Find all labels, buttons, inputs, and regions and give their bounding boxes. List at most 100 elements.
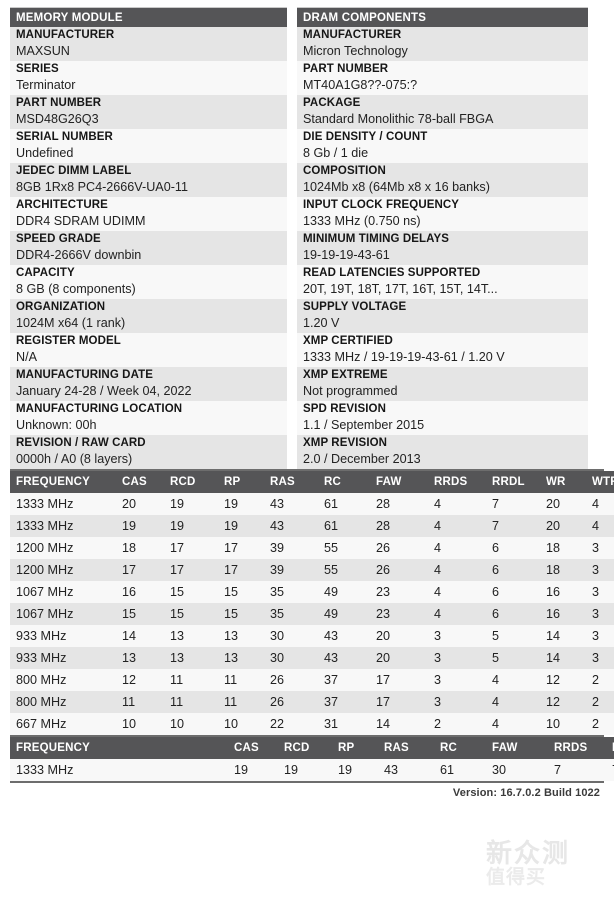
column-header: RP bbox=[332, 737, 378, 759]
table-cell: 7 bbox=[606, 759, 614, 781]
table-cell: 6 bbox=[486, 537, 540, 559]
table-cell: 16 bbox=[540, 581, 586, 603]
table-cell: 19 bbox=[332, 759, 378, 781]
table-cell: 10 bbox=[540, 713, 586, 735]
info-field: XMP REVISION 2.0 / December 2013 bbox=[297, 435, 588, 469]
table-cell: 667 MHz bbox=[10, 713, 116, 735]
info-field-label: MANUFACTURING DATE bbox=[16, 369, 154, 381]
column-header: RCD bbox=[278, 737, 332, 759]
info-field-value: 8GB 1Rx8 PC4-2666V-UA0-11 bbox=[16, 180, 188, 194]
table-cell: 20 bbox=[540, 493, 586, 515]
table-cell: 37 bbox=[318, 669, 370, 691]
table-cell: 28 bbox=[370, 493, 428, 515]
info-field-value: 1024M x64 (1 rank) bbox=[16, 316, 126, 330]
table-cell: 22 bbox=[264, 713, 318, 735]
table-row: 1200 MHz 17 17 17 39 55 26 4 6 18 3 bbox=[10, 559, 614, 581]
table-row: 1333 MHz 19 19 19 43 61 28 4 7 20 4 bbox=[10, 515, 614, 537]
info-field-value: Standard Monolithic 78-ball FBGA bbox=[303, 112, 494, 126]
table-cell: 2 bbox=[586, 691, 614, 713]
info-field: INPUT CLOCK FREQUENCY 1333 MHz (0.750 ns) bbox=[297, 197, 588, 231]
jedec-timing-table: FREQUENCYCASRCDRPRASRCFAWRRDSRRDLWRWTRS … bbox=[10, 471, 614, 735]
info-field-label: COMPOSITION bbox=[303, 165, 386, 177]
info-field-value: 1024Mb x8 (64Mb x8 x 16 banks) bbox=[303, 180, 490, 194]
table-cell: 4 bbox=[486, 713, 540, 735]
xmp-table-body: 1333 MHz19191943613077 bbox=[10, 759, 614, 781]
column-header: RAS bbox=[378, 737, 434, 759]
info-field: MANUFACTURER MAXSUN bbox=[10, 27, 287, 61]
table-row: 1067 MHz 15 15 15 35 49 23 4 6 16 3 bbox=[10, 603, 614, 625]
memory-module-fields: MANUFACTURER MAXSUN SERIES Terminator PART N… bbox=[10, 27, 287, 469]
table-cell: 20 bbox=[370, 625, 428, 647]
table-cell: 11 bbox=[218, 669, 264, 691]
dram-components-section-header: DRAM COMPONENTS bbox=[297, 7, 588, 27]
info-field-value: 1333 MHz (0.750 ns) bbox=[303, 214, 421, 228]
table-cell: 11 bbox=[116, 691, 164, 713]
column-header: RRDL bbox=[486, 471, 540, 493]
info-field-label: DIE DENSITY / COUNT bbox=[303, 131, 428, 143]
info-field-label: ARCHITECTURE bbox=[16, 199, 108, 211]
table-cell: 933 MHz bbox=[10, 647, 116, 669]
info-field: XMP CERTIFIED 1333 MHz / 19-19-19-43-61 /… bbox=[297, 333, 588, 367]
bottom-rule bbox=[10, 781, 604, 783]
table-row: 1067 MHz 16 15 15 35 49 23 4 6 16 3 bbox=[10, 581, 614, 603]
table-cell: 26 bbox=[264, 669, 318, 691]
info-field-value: DDR4 SDRAM UDIMM bbox=[16, 214, 146, 228]
table-cell: 11 bbox=[218, 691, 264, 713]
info-field-label: REVISION / RAW CARD bbox=[16, 437, 146, 449]
watermark-line-1: 新众测 bbox=[486, 839, 571, 869]
table-cell: 6 bbox=[486, 603, 540, 625]
info-field-value: 1333 MHz / 19-19-19-43-61 / 1.20 V bbox=[303, 350, 505, 364]
table-row: 1200 MHz 18 17 17 39 55 26 4 6 18 3 bbox=[10, 537, 614, 559]
info-field: DIE DENSITY / COUNT 8 Gb / 1 die bbox=[297, 129, 588, 163]
table-cell: 4 bbox=[428, 493, 486, 515]
table-cell: 1333 MHz bbox=[10, 759, 228, 781]
info-field-label: SUPPLY VOLTAGE bbox=[303, 301, 407, 313]
table-cell: 14 bbox=[116, 625, 164, 647]
info-field: XMP EXTREME Not programmed bbox=[297, 367, 588, 401]
dram-components-panel: DRAM COMPONENTS MANUFACTURER Micron Techn… bbox=[297, 7, 588, 469]
table-cell: 55 bbox=[318, 537, 370, 559]
table-cell: 3 bbox=[428, 625, 486, 647]
info-field-label: ORGANIZATION bbox=[16, 301, 106, 313]
table-cell: 933 MHz bbox=[10, 625, 116, 647]
table-cell: 17 bbox=[164, 537, 218, 559]
table-cell: 17 bbox=[370, 691, 428, 713]
version-footer: Version: 16.7.0.2 Build 1022 bbox=[452, 787, 600, 799]
table-cell: 20 bbox=[540, 515, 586, 537]
table-cell: 800 MHz bbox=[10, 669, 116, 691]
info-field: MANUFACTURING LOCATION Unknown: 00h bbox=[10, 401, 287, 435]
table-cell: 43 bbox=[264, 493, 318, 515]
table-cell: 19 bbox=[228, 759, 278, 781]
info-field-value: Terminator bbox=[16, 78, 76, 92]
info-field-label: XMP CERTIFIED bbox=[303, 335, 393, 347]
spd-report-page: MEMORY MODULE MANUFACTURER MAXSUN SERIES Te… bbox=[0, 0, 614, 911]
table-cell: 4 bbox=[428, 559, 486, 581]
table-cell: 4 bbox=[486, 669, 540, 691]
table-cell: 23 bbox=[370, 603, 428, 625]
column-header: RCD bbox=[164, 471, 218, 493]
info-field-label: PART NUMBER bbox=[303, 63, 389, 75]
info-field-label: REGISTER MODEL bbox=[16, 335, 121, 347]
column-header: RRDS bbox=[548, 737, 606, 759]
table-cell: 4 bbox=[428, 581, 486, 603]
info-field-label: JEDEC DIMM LABEL bbox=[16, 165, 132, 177]
info-field: SPD REVISION 1.1 / September 2015 bbox=[297, 401, 588, 435]
table-row: 1333 MHz 20 19 19 43 61 28 4 7 20 4 bbox=[10, 493, 614, 515]
column-header: WTRS bbox=[586, 471, 614, 493]
column-header: RRDL bbox=[606, 737, 614, 759]
info-field-value: Micron Technology bbox=[303, 44, 408, 58]
table-cell: 14 bbox=[540, 647, 586, 669]
jedec-table-body: 1333 MHz 20 19 19 43 61 28 4 7 20 4 1333 MHz 19 19 19 4… bbox=[10, 493, 614, 735]
table-cell: 12 bbox=[540, 691, 586, 713]
info-field-value: Not programmed bbox=[303, 384, 398, 398]
table-cell: 3 bbox=[586, 603, 614, 625]
table-cell: 30 bbox=[264, 625, 318, 647]
table-row: 667 MHz 10 10 10 22 31 14 2 4 10 2 bbox=[10, 713, 614, 735]
info-field-value: MAXSUN bbox=[16, 44, 70, 58]
table-cell: 2 bbox=[586, 669, 614, 691]
table-cell: 4 bbox=[428, 515, 486, 537]
table-cell: 3 bbox=[428, 669, 486, 691]
info-field-label: MANUFACTURER bbox=[16, 29, 115, 41]
table-cell: 15 bbox=[218, 603, 264, 625]
table-cell: 3 bbox=[428, 647, 486, 669]
